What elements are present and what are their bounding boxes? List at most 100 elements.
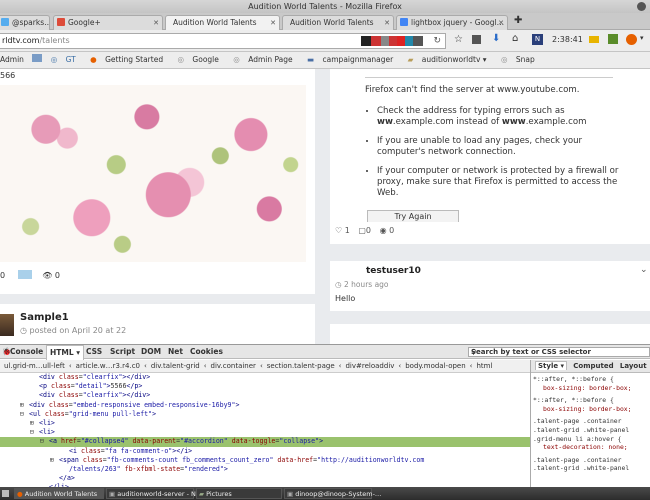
tab-audition-world-talents-active[interactable]: Audition World Talents ✕ xyxy=(165,15,280,31)
tab-css[interactable]: CSS xyxy=(86,345,102,359)
taskbar: ● Audition World Talents ▣ auditionworld… xyxy=(0,487,650,500)
taskbar-item-dinoop[interactable]: ▣ dinoop@dinoop-System-… xyxy=(284,488,381,499)
tab-sparks[interactable]: @sparks… xyxy=(0,15,50,30)
firebug-search-input[interactable]: ⚲ Search by text or CSS selector xyxy=(468,347,650,357)
tab-google-plus[interactable]: Google+ ✕ xyxy=(53,15,163,30)
folder-icon: ▰ xyxy=(407,55,414,64)
html-tree-node[interactable]: /talents/263" fb-xfbml-state="rendered"> xyxy=(0,465,530,474)
expand-toggle-icon[interactable]: ⊞ xyxy=(50,456,59,465)
html-tree-node[interactable]: ⊞ <span class="fb-comments-count fb_comme… xyxy=(0,456,530,465)
firebug-panel: 🐞 Console HTML ▾ CSS Script DOM Net Cook… xyxy=(0,344,650,488)
reload-icon[interactable]: ↻ xyxy=(433,34,441,48)
bookmark-auditionworldtv[interactable]: ▰ auditionworldtv ▾ xyxy=(408,55,493,64)
tab-audition-world-talents[interactable]: Audition World Talents ✕ xyxy=(282,15,394,30)
close-tab-icon[interactable]: ✕ xyxy=(270,16,276,30)
addon-icons[interactable] xyxy=(361,36,423,46)
html-tree-node[interactable]: ⊟ <ul class="grid-menu pull-left"> xyxy=(0,410,530,419)
css-property: box-sizing: border-box; xyxy=(543,383,632,392)
bookmark-snap[interactable]: ◎ Snap xyxy=(501,55,541,64)
downloads-icon[interactable]: ⬇ xyxy=(492,33,500,44)
breadcrumb-item[interactable]: article.w…r3.r4.c0 xyxy=(76,362,140,370)
side-tab-bar: Style ▾ Computed Layout xyxy=(531,360,650,373)
side-tab-computed[interactable]: Computed xyxy=(573,362,613,370)
clock-text: 2:38:41 xyxy=(552,35,583,44)
home-icon[interactable]: ⌂ xyxy=(512,33,518,44)
new-tab-button[interactable]: ✚ xyxy=(514,15,522,26)
post-body: Hello xyxy=(335,294,356,303)
html-tree-node[interactable]: ⊟ <a href="#collapse4" data-parent="#acco… xyxy=(0,437,530,447)
bookmark-admin-page[interactable]: ◎ Admin Page xyxy=(233,55,298,64)
expand-toggle-icon[interactable]: ⊟ xyxy=(40,437,49,446)
avatar[interactable] xyxy=(0,314,14,336)
breadcrumb-item[interactable]: section.talent-page xyxy=(267,362,335,370)
html-tree-node[interactable]: <p class="detail">5566</p> xyxy=(0,382,530,391)
side-tab-style[interactable]: Style ▾ xyxy=(535,361,568,370)
breadcrumb-item[interactable]: div#reloaddiv xyxy=(345,362,394,370)
close-tab-icon[interactable]: ✕ xyxy=(384,16,390,30)
tab-lightbox-jquery[interactable]: lightbox jquery - Googl… ✕ xyxy=(396,15,508,30)
error-list: Check the address for typing errors such… xyxy=(365,106,620,199)
html-tree-node[interactable]: <div class="clearfix"></div> xyxy=(0,391,530,400)
try-again-button[interactable]: Try Again xyxy=(367,210,459,222)
breadcrumb-item[interactable]: body.modal-open xyxy=(405,362,465,370)
globe-icon: ◎ xyxy=(177,55,185,64)
css-selector: *::after, *::before {bootstr xyxy=(533,396,614,405)
breadcrumb-item[interactable]: div.container xyxy=(211,362,256,370)
url-field[interactable]: rldtv.com/talents ↻ xyxy=(0,33,446,49)
bookmark-star-icon[interactable]: ☆ xyxy=(454,34,463,45)
expand-toggle-icon[interactable]: ⊞ xyxy=(20,401,29,410)
tab-cookies[interactable]: Cookies xyxy=(190,345,223,359)
html-tree-node[interactable]: </a> xyxy=(0,474,530,483)
bookmark-google[interactable]: ◎ Google xyxy=(177,55,224,64)
html-tree-node[interactable]: <i class="fa fa-comment-o"></i> xyxy=(0,447,530,456)
breadcrumb-item[interactable]: html xyxy=(476,362,492,370)
breadcrumb-item[interactable]: div.talent-grid xyxy=(151,362,200,370)
tab-html[interactable]: HTML ▾ xyxy=(46,345,85,360)
expand-toggle-icon[interactable]: ⊟ xyxy=(30,428,39,437)
html-tree-node[interactable]: <div class="clearfix"></div> xyxy=(0,373,530,382)
breadcrumb-separator: ‹ xyxy=(259,362,263,370)
bookmark-gt[interactable]: ◎ GT xyxy=(51,55,82,64)
addon-green-icon[interactable] xyxy=(608,34,618,44)
firefox-icon: ● xyxy=(90,55,97,64)
bookmark-getting-started[interactable]: ● Getting Started xyxy=(90,55,169,64)
post-username[interactable]: testuser10 xyxy=(366,266,421,276)
heart-icon[interactable]: ♡ xyxy=(335,226,342,235)
mail-icon[interactable] xyxy=(589,36,599,43)
talent-image[interactable] xyxy=(0,85,306,262)
globe-icon: ◎ xyxy=(500,55,508,64)
sample-name[interactable]: Sample1 xyxy=(20,312,69,323)
taskbar-item-firefox[interactable]: ● Audition World Talents xyxy=(14,488,104,499)
close-window-icon[interactable] xyxy=(637,2,646,11)
expand-toggle-icon[interactable]: ⊟ xyxy=(20,410,29,419)
taskbar-item-terminal[interactable]: ▣ auditionworld-server - N… xyxy=(106,488,202,499)
bookmark-campaignmanager[interactable]: ▬ campaignmanager xyxy=(307,55,399,64)
tab-console[interactable]: Console xyxy=(10,345,43,359)
close-tab-icon[interactable]: ✕ xyxy=(498,16,504,30)
bookmarks-menu-icon[interactable] xyxy=(472,35,481,44)
comment-icon[interactable]: ▢ xyxy=(358,226,366,235)
breadcrumb-item[interactable]: ul.grid-m…ull-left xyxy=(4,362,65,370)
firefox-menu-icon[interactable] xyxy=(626,34,637,45)
css-selector: .talent-page .containerst xyxy=(533,455,622,464)
tab-script[interactable]: Script xyxy=(110,345,135,359)
post-menu-chevron-icon[interactable]: ⌄ xyxy=(640,265,648,275)
comment-icon[interactable] xyxy=(17,270,32,279)
expand-toggle-icon[interactable]: ⊞ xyxy=(30,419,39,428)
error-item: Check the address for typing errors such… xyxy=(377,106,620,128)
tab-dom[interactable]: DOM xyxy=(141,345,161,359)
html-tree-node[interactable]: ⊟ <li> xyxy=(0,428,530,437)
bookmark-admin[interactable]: Admin xyxy=(0,55,24,64)
overflow-chevron-icon[interactable]: ▾ xyxy=(640,34,644,42)
html-tree-node[interactable]: ⊞ <div class="embed-responsive embed-resp… xyxy=(0,401,530,410)
html-tree-node[interactable]: ⊞ <li> xyxy=(0,419,530,428)
addon-n-icon[interactable]: N xyxy=(532,34,543,45)
taskbar-item-pictures[interactable]: ▰ Pictures xyxy=(196,488,282,499)
close-tab-icon[interactable]: ✕ xyxy=(153,16,159,30)
tab-net[interactable]: Net xyxy=(168,345,183,359)
left-card-stats: 0 👁 0 xyxy=(0,269,60,283)
bookmark-folder-icon[interactable] xyxy=(32,54,43,62)
side-tab-layout[interactable]: Layout xyxy=(620,362,647,370)
menu-icon[interactable] xyxy=(2,490,9,497)
eye-icon: ◉ xyxy=(379,226,387,235)
